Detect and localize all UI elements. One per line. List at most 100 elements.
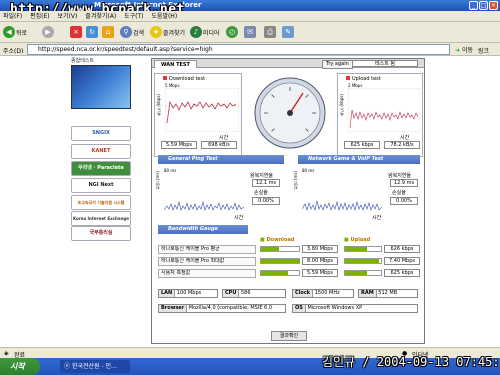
general-ping-title: General Ping Test	[168, 156, 218, 162]
clock-value: 1500 MHz	[314, 290, 340, 296]
forward-button[interactable]: ▶	[42, 25, 54, 39]
home-icon: ⌂	[102, 26, 114, 38]
download-title-text: Download test	[169, 76, 206, 82]
search-button[interactable]: ⚲ 검색	[120, 25, 144, 39]
favorites-button[interactable]: ★ 즐겨찾기	[150, 25, 185, 39]
download-time-label: 시간	[219, 135, 229, 141]
go-arrow-icon: ➜	[455, 47, 461, 54]
upload-speed-readout: 625 kbps	[344, 141, 380, 149]
links-button[interactable]: 링크	[478, 46, 489, 55]
start-button[interactable]: 시작	[0, 358, 40, 375]
menu-favorites[interactable]: 즐겨찾기(A)	[82, 11, 119, 22]
nav-item-tech-support[interactable]: 초고속국가 기술지원 시스템	[71, 195, 131, 210]
confirm-results-button[interactable]: 결과확인	[271, 331, 307, 341]
download-kbs-readout: 698 kB/s	[201, 141, 237, 149]
menu-edit[interactable]: 편집(E)	[27, 11, 53, 22]
star-icon: ★	[150, 26, 162, 38]
menu-view[interactable]: 보기(V)	[55, 11, 81, 22]
menu-file[interactable]: 파일(F)	[0, 11, 25, 22]
upload-kbs-readout: 78.2 kB/s	[384, 141, 420, 149]
back-label: 뒤로	[16, 29, 28, 37]
edit-button[interactable]: ✎	[282, 25, 294, 39]
back-button[interactable]: ◀ 뒤로	[3, 25, 27, 39]
upload-panel: Upload test 속도 (kbps) 2 Mbps 시간 625 kbps…	[337, 73, 423, 157]
network-game-scale: 80 ms	[302, 168, 315, 173]
general-ping-graph	[164, 174, 244, 214]
mail-button[interactable]: ✉	[244, 25, 256, 39]
history-button[interactable]: ◴	[226, 25, 238, 39]
browser-info: Browser Mozilla/4.0 (compatible; MSIE 6.…	[158, 304, 286, 313]
maximize-button[interactable]: □	[479, 1, 488, 10]
nav-header: 종합테스트	[71, 58, 95, 64]
ram-label: RAM	[359, 290, 377, 297]
try-again-button[interactable]: Try again	[322, 60, 353, 69]
test-name-field[interactable]: 테스트 됨	[352, 60, 418, 67]
lan-value: 100 Mbps	[176, 290, 202, 296]
download-speed-readout: 5.59 Mbps	[161, 141, 197, 149]
gauge-upload-fill	[345, 247, 367, 251]
forward-arrow-icon: ▶	[42, 26, 54, 38]
history-icon: ◴	[226, 26, 238, 38]
clock-label: Clock	[293, 290, 314, 297]
gauge-upload-label-text: Upload	[350, 237, 371, 243]
refresh-button[interactable]: ↻	[86, 25, 98, 39]
stop-button[interactable]: ×	[70, 25, 82, 39]
network-game-loss-label: 손실율	[392, 190, 406, 196]
tab-wan-test[interactable]: WAN TEST	[154, 60, 197, 68]
close-button[interactable]: ×	[489, 1, 498, 10]
go-label: 이동	[461, 47, 473, 54]
nav-item-sngix[interactable]: SNGIX	[71, 126, 131, 141]
favorites-label: 즐겨찾기	[163, 29, 186, 37]
address-label: 주소(D)	[3, 48, 24, 55]
gauge-download-fill	[261, 259, 299, 263]
nav-item-pm-office[interactable]: 국무총리실	[71, 226, 131, 241]
download-ylabel: 속도 (kbps)	[156, 94, 161, 116]
gauge-download-value: 8.00 Mbps	[302, 257, 338, 265]
nav-item-paraclete[interactable]: 우리넷 · Paraclete	[71, 161, 131, 176]
go-button[interactable]: ➜ 이동	[455, 45, 473, 54]
taskbar-item-ie[interactable]: ⓔ 한국전산원 - 인...	[60, 360, 130, 373]
speedometer-gauge	[254, 77, 326, 149]
general-ping-header: General Ping Test	[158, 155, 284, 164]
toolbar: ◀ 뒤로 ▶ × ↻ ⌂ ⚲ 검색 ★ 즐겨찾기 ♪ 미디어 ◴ ✉ ⎙ ✎	[0, 22, 500, 43]
upload-graph	[348, 88, 420, 132]
lan-info: LAN 100 Mbps	[158, 289, 218, 298]
wan-test-panel: WAN TEST Try again 테스트 됨 Download test 속…	[151, 58, 425, 344]
media-button[interactable]: ♪ 미디어	[190, 25, 220, 39]
search-icon: ⚲	[120, 26, 132, 38]
gauge-download-value: 3.80 Mbps	[302, 245, 338, 253]
nav-banner[interactable]	[71, 65, 131, 109]
ram-info: RAM 512 MB	[358, 289, 418, 298]
minimize-button[interactable]: _	[469, 1, 478, 10]
download-title: Download test	[163, 76, 205, 82]
upload-time-label: 시간	[400, 135, 410, 141]
gauge-upload-value: 625 kbps	[384, 269, 420, 277]
nav-item-ngi[interactable]: NGI Next Generation	[71, 178, 131, 201]
download-panel: Download test 속도 (kbps) 5 Mbps 시간 5.59 M…	[154, 73, 242, 157]
general-ping-latency-label: 왕복지연율	[250, 173, 274, 179]
network-game-panel: 지연 (ms) 80 ms 시간 왕복지연율 12.9 ms 손실율 0.00%	[292, 166, 424, 222]
network-game-loss: 0.00%	[390, 197, 418, 205]
menu-help[interactable]: 도움말(H)	[148, 11, 180, 22]
gauge-download-fill	[261, 271, 288, 275]
address-input[interactable]: http://speed.nca.or.kr/speedtest/default…	[27, 44, 450, 55]
gauge-upload-label: ■ Upload	[344, 237, 371, 243]
menu-tools[interactable]: 도구(T)	[121, 11, 146, 22]
gauge-download-label-text: Download	[266, 237, 295, 243]
os-info: OS Microsoft Windows XP	[292, 304, 418, 313]
search-label: 검색	[133, 29, 145, 37]
nav-item-kanet[interactable]: KANET	[71, 144, 131, 159]
edit-icon: ✎	[282, 26, 294, 38]
nav-item-kix[interactable]: Korea Internet Exchange	[71, 211, 131, 226]
menu-bar: 파일(F) 편집(E) 보기(V) 즐겨찾기(A) 도구(T) 도움말(H)	[0, 11, 500, 22]
left-nav: 종합테스트 SNGIX KANET 우리넷 · Paraclete NGI Ne…	[68, 56, 133, 296]
wan-header: WAN TEST Try again 테스트 됨	[152, 59, 424, 69]
home-button[interactable]: ⌂	[102, 25, 114, 39]
download-marker-icon	[163, 76, 167, 80]
bandwidth-gauge-header: Bandwidth Gauge	[158, 225, 248, 234]
date-stamp: 김인규 / 2004-09-13 07:45:17	[322, 355, 500, 369]
gauge-upload-bar	[344, 270, 382, 276]
gauge-upload-bar	[344, 246, 382, 252]
print-button[interactable]: ⎙	[264, 25, 276, 39]
os-value: Microsoft Windows XP	[307, 305, 363, 311]
